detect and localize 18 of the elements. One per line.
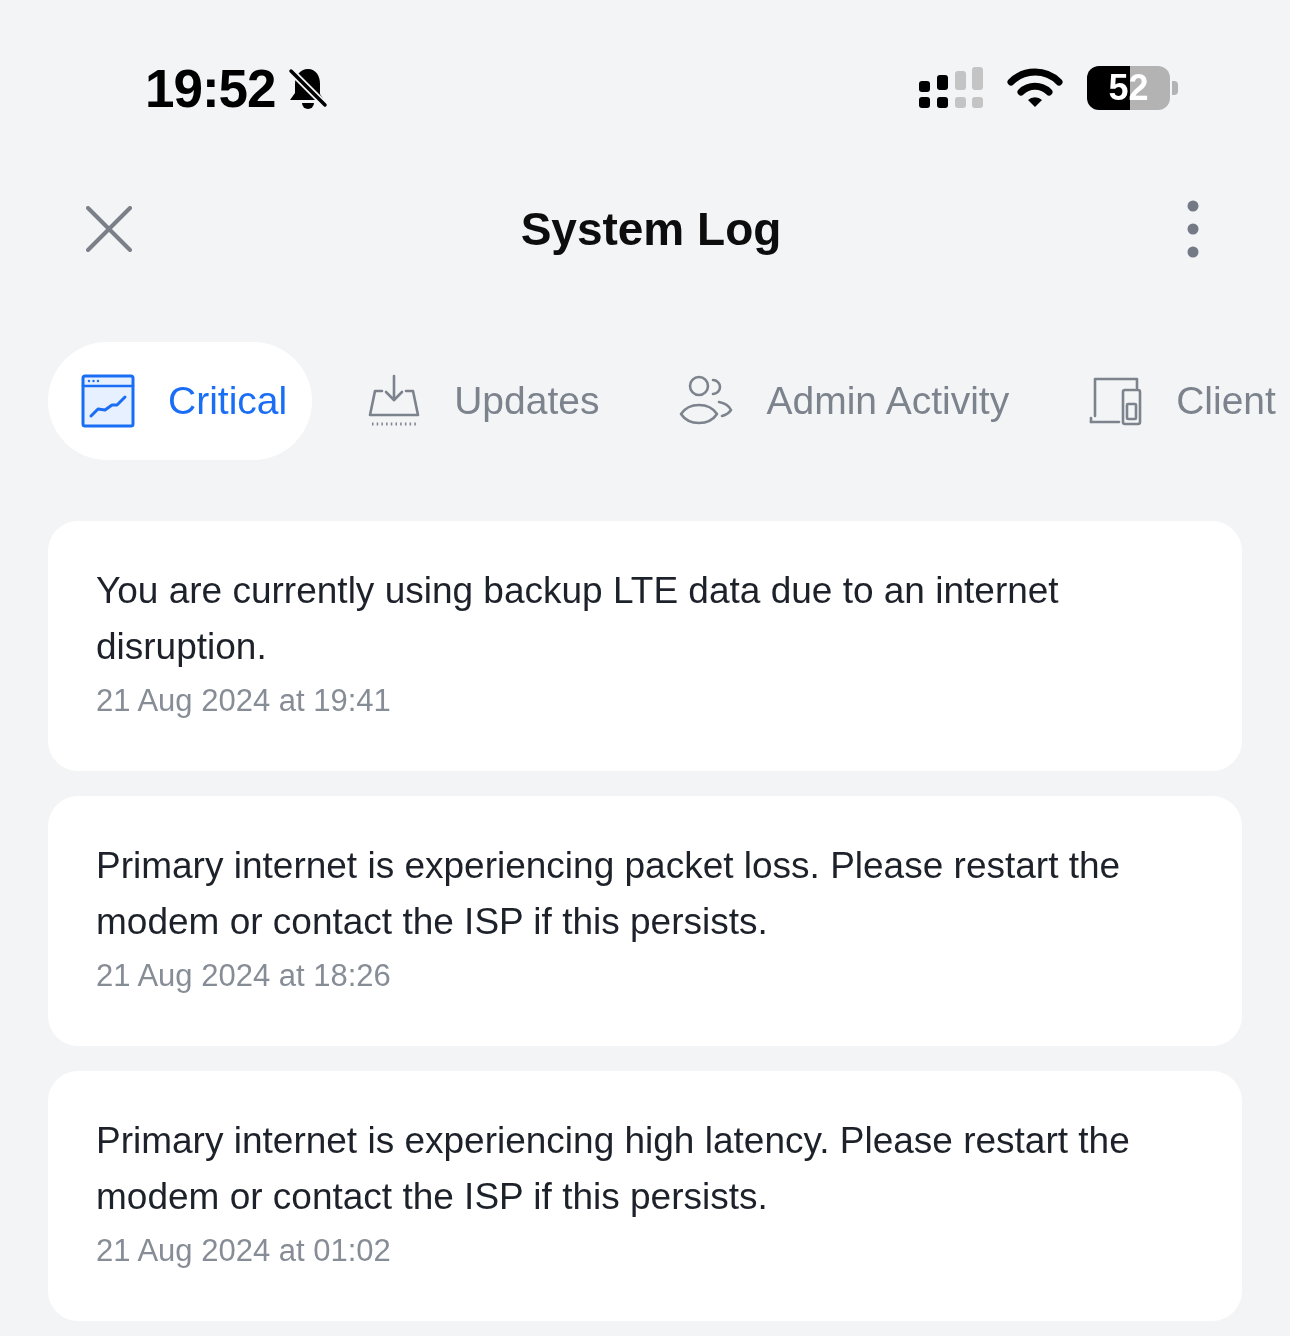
log-category-tab[interactable]: Admin Activity (646, 342, 1035, 460)
close-icon (86, 206, 132, 252)
more-options-icon (1187, 200, 1199, 258)
log-message: You are currently using backup LTE data due to an internet disruption. (96, 569, 1060, 669)
log-message: Primary internet is experiencing high latency. Please restart the modem or contact the ISP if this persists. (96, 1119, 1131, 1219)
log-category-tab[interactable]: Updates (334, 342, 625, 460)
page-title: System Log (520, 202, 782, 256)
wifi-icon (1007, 68, 1063, 108)
log-category-tab[interactable]: Client (1056, 342, 1290, 460)
log-message: Primary internet is experiencing packet loss. Please restart the modem or contact the ISP if this persists. (96, 844, 1122, 944)
log-category-tab[interactable]: Critical (48, 342, 313, 460)
chart-window-icon (81, 374, 135, 428)
status-time: 19:52 (145, 57, 276, 119)
download-tray-icon (367, 374, 422, 428)
signal-icon (919, 67, 983, 109)
log-timestamp: 21 Aug 2024 at 18:26 (96, 957, 392, 995)
log-timestamp: 21 Aug 2024 at 01:02 (96, 1232, 392, 1270)
log-timestamp: 21 Aug 2024 at 19:41 (96, 682, 392, 720)
